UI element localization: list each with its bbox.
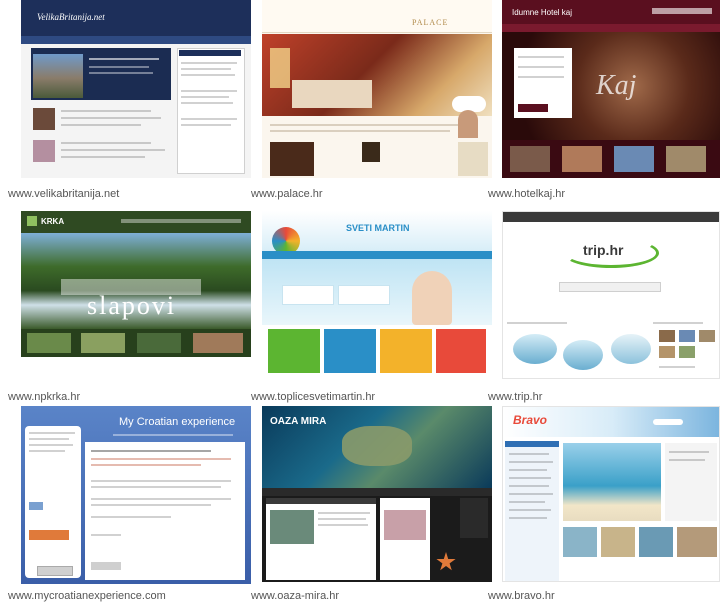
nav-bar — [21, 36, 251, 44]
hero-person — [412, 271, 452, 325]
site-header-title: Idumne Hotel kaj — [512, 8, 573, 17]
caption-trip[interactable]: www.trip.hr — [488, 391, 542, 403]
site-logo: My Croatian experience — [119, 416, 236, 428]
destination-image — [563, 340, 603, 370]
screenshot-hotelkaj[interactable]: Idumne Hotel kaj Kaj — [502, 0, 720, 178]
thumbnail-card-bravo[interactable]: Bravo www.bravo.hr — [488, 406, 720, 604]
search-input[interactable] — [559, 282, 661, 292]
destination-image — [611, 334, 651, 364]
screenshot-palace[interactable]: PALACE — [262, 0, 492, 178]
krka-logo-icon — [27, 216, 37, 226]
hero-image — [33, 54, 83, 98]
destination-image — [513, 334, 557, 364]
screenshot-mycroatianexperience[interactable]: My Croatian experience — [21, 406, 251, 584]
screenshot-toplicesvetimartin[interactable]: SVETI MARTIN — [262, 211, 492, 379]
submit-button[interactable] — [37, 566, 73, 576]
site-logo: VelikaBritanija.net — [37, 12, 105, 22]
site-logo: PALACE — [412, 18, 449, 27]
screenshot-oaza-mira[interactable]: OAZA MIRA — [262, 406, 492, 582]
hero-beach-image — [563, 443, 661, 521]
site-logo: SVETI MARTIN — [346, 223, 410, 233]
article-photo — [33, 140, 55, 162]
content-panel — [85, 442, 245, 580]
thumbnail-card-trip[interactable]: trip.hr www.trip.hr — [488, 211, 720, 403]
thumbnail-card-mycroatianexperience[interactable]: My Croatian experience www.mycroatianexp… — [8, 406, 251, 604]
caption-mycroatianexperience[interactable]: www.mycroatianexperience.com — [8, 590, 166, 602]
thumbnail-card-palace[interactable]: PALACE www.palace.hr — [251, 0, 492, 200]
thumbnail-card-hotelkaj[interactable]: Idumne Hotel kaj Kaj www.hotelkaj.hr — [488, 0, 720, 200]
screenshot-bravo[interactable]: Bravo — [502, 406, 720, 582]
thumbnail-card-npkrka[interactable]: KRKA slapovi www.npkrka.hr — [8, 211, 251, 403]
site-logo: Kaj — [596, 70, 637, 101]
site-logo: OAZA MIRA — [270, 416, 327, 427]
screenshot-trip[interactable]: trip.hr — [502, 211, 720, 379]
article-photo — [33, 108, 55, 130]
site-logo: KRKA — [41, 217, 65, 226]
hero-title: slapovi — [87, 291, 177, 320]
thumbnail-card-velikabritanija[interactable]: VelikaBritanija.net www.velikabritanija.… — [8, 0, 251, 200]
caption-oaza-mira[interactable]: www.oaza-mira.hr — [251, 590, 339, 602]
caption-npkrka[interactable]: www.npkrka.hr — [8, 391, 80, 403]
staff-photo — [458, 110, 478, 138]
caption-velikabritanija[interactable]: www.velikabritanija.net — [8, 188, 119, 200]
screenshot-npkrka[interactable]: KRKA slapovi — [21, 211, 251, 357]
starfish-icon — [436, 552, 456, 571]
caption-bravo[interactable]: www.bravo.hr — [488, 590, 555, 602]
screenshot-velikabritanija[interactable]: VelikaBritanija.net — [21, 0, 251, 178]
caption-palace[interactable]: www.palace.hr — [251, 188, 323, 200]
thumbnail-card-toplicesvetimartin[interactable]: SVETI MARTIN www.toplicesvetimartin.hr — [251, 211, 492, 403]
site-logo: Bravo — [513, 413, 548, 427]
caption-hotelkaj[interactable]: www.hotelkaj.hr — [488, 188, 565, 200]
sidebar-box — [177, 48, 245, 174]
logo-swoosh-icon — [563, 238, 659, 268]
caption-toplicesvetimartin[interactable]: www.toplicesvetimartin.hr — [251, 391, 375, 403]
thumbnail-card-oaza-mira[interactable]: OAZA MIRA www.oaza-mira.hr — [251, 406, 492, 604]
airplane-icon — [653, 419, 683, 425]
brand-logo — [29, 530, 69, 540]
